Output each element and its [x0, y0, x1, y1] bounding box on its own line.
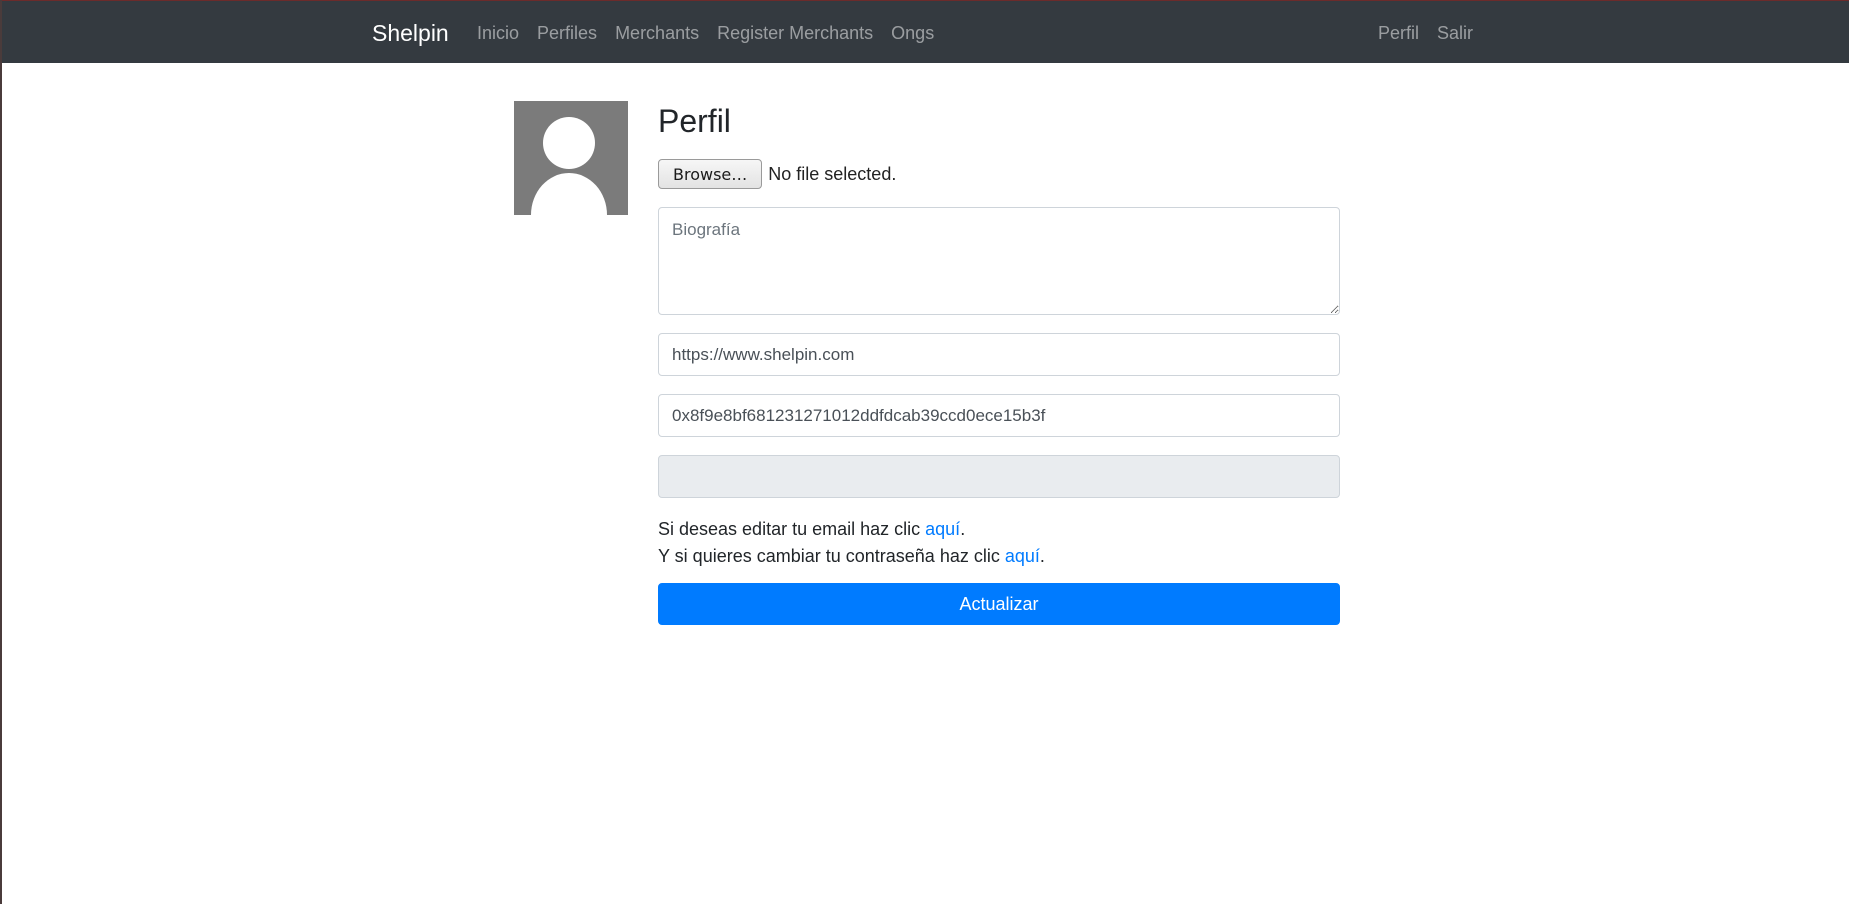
- nav-link-register-merchants[interactable]: Register Merchants: [708, 23, 882, 44]
- email-help-text: Si deseas editar tu email haz clic: [658, 519, 926, 539]
- nav-link-salir[interactable]: Salir: [1428, 23, 1473, 44]
- user-placeholder-icon: [531, 117, 607, 215]
- nav-link-inicio[interactable]: Inicio: [477, 23, 528, 44]
- brand-link[interactable]: Shelpin: [372, 20, 449, 47]
- nav-link-ongs[interactable]: Ongs: [882, 23, 943, 44]
- file-status-text: No file selected.: [768, 163, 897, 184]
- password-help-line: Y si quieres cambiar tu contraseña haz c…: [658, 543, 1340, 570]
- password-help-period: .: [1039, 546, 1045, 566]
- help-text: Si deseas editar tu email haz clic aquí.…: [658, 516, 1340, 570]
- password-help-text: Y si quieres cambiar tu contraseña haz c…: [658, 546, 1005, 566]
- change-password-link[interactable]: aquí: [1005, 546, 1040, 566]
- avatar: [514, 101, 628, 215]
- website-input[interactable]: [658, 333, 1340, 376]
- file-upload: Browse… No file selected.: [658, 159, 1340, 189]
- biography-textarea[interactable]: [658, 207, 1340, 315]
- nav-links-left: Inicio Perfiles Merchants Register Merch…: [477, 23, 943, 44]
- nav-links-right: Perfil Salir: [1369, 23, 1473, 44]
- email-help-line: Si deseas editar tu email haz clic aquí.: [658, 516, 1340, 543]
- profile-form: Perfil Browse… No file selected. Si dese…: [658, 101, 1340, 625]
- nav-link-perfil[interactable]: Perfil: [1369, 23, 1428, 44]
- email-help-period: .: [960, 519, 966, 539]
- nav-link-merchants[interactable]: Merchants: [606, 23, 708, 44]
- top-navbar: Shelpin Inicio Perfiles Merchants Regist…: [2, 0, 1849, 63]
- update-button[interactable]: Actualizar: [658, 583, 1340, 625]
- edit-email-link[interactable]: aquí: [925, 519, 960, 539]
- browse-button[interactable]: Browse…: [658, 159, 763, 189]
- nav-link-perfiles[interactable]: Perfiles: [528, 23, 606, 44]
- disabled-input: [658, 455, 1340, 498]
- wallet-address-input[interactable]: [658, 394, 1340, 437]
- page-title: Perfil: [658, 103, 731, 139]
